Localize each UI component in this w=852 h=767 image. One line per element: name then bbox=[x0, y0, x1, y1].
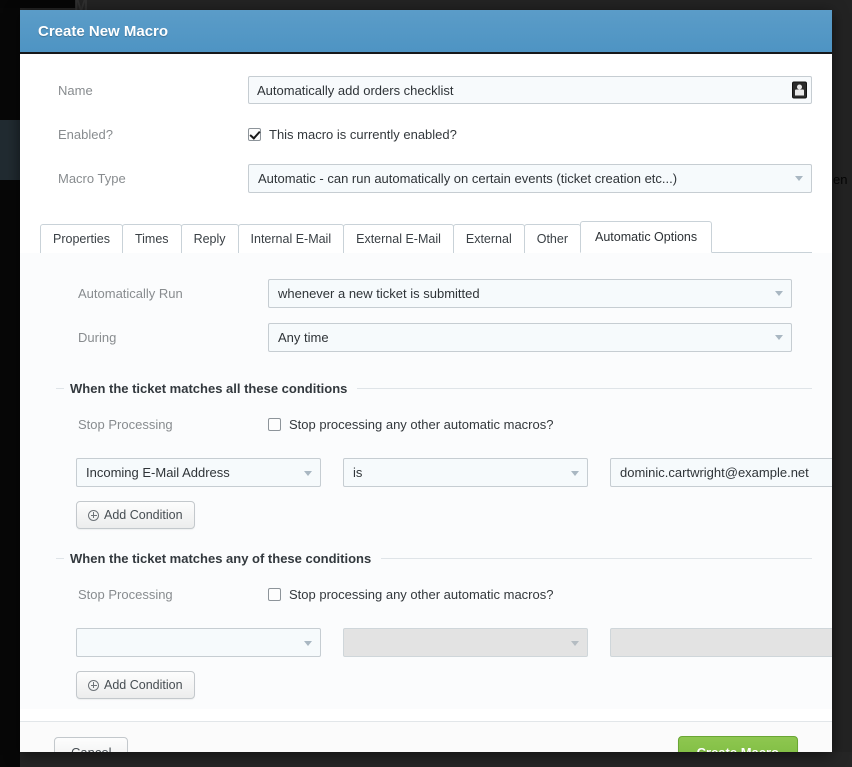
chevron-down-icon bbox=[304, 640, 312, 646]
condition-all-field-value: Incoming E-Mail Address bbox=[86, 465, 230, 480]
macro-basic-fields: Name Enabled? This macro is currently en… bbox=[20, 54, 832, 208]
create-macro-button[interactable]: Create Macro bbox=[677, 736, 798, 752]
condition-all-value-value: dominic.cartwright@example.net bbox=[620, 465, 809, 480]
tab-automatic-options[interactable]: Automatic Options bbox=[580, 221, 713, 253]
field-row-automatically-run: Automatically Run whenever a new ticket … bbox=[40, 271, 812, 315]
backdrop-left-nav bbox=[0, 120, 20, 180]
tab-reply-label: Reply bbox=[193, 232, 226, 246]
tab-properties[interactable]: Properties bbox=[40, 224, 123, 253]
stop-processing-any-checkbox-group[interactable]: Stop processing any other automatic macr… bbox=[268, 587, 792, 602]
chevron-down-icon bbox=[775, 335, 783, 340]
backdrop-bottom-panel bbox=[20, 752, 852, 767]
condition-all-value-select[interactable]: dominic.cartwright@example.net bbox=[610, 458, 832, 487]
field-row-during: During Any time bbox=[40, 315, 812, 359]
cancel-button[interactable]: Cancel bbox=[54, 737, 129, 752]
condition-any-field-select[interactable] bbox=[76, 628, 321, 657]
tab-times-label: Times bbox=[134, 232, 169, 246]
add-condition-any-button[interactable]: Add Condition bbox=[76, 671, 195, 699]
add-condition-any-wrapper: Add Condition bbox=[40, 657, 812, 699]
modal-body: Name Enabled? This macro is currently en… bbox=[20, 54, 832, 752]
tab-external-label: External bbox=[465, 232, 512, 246]
stop-processing-all-checkbox-label: Stop processing any other automatic macr… bbox=[289, 416, 554, 432]
backdrop-obscured-text-right: en bbox=[833, 172, 848, 187]
field-row-stop-processing-all: Stop Processing Stop processing any othe… bbox=[40, 402, 812, 446]
chevron-down-icon bbox=[775, 291, 783, 296]
password-manager-icon[interactable] bbox=[792, 81, 807, 99]
section-header-any-conditions: When the ticket matches any of these con… bbox=[40, 551, 812, 566]
tab-other[interactable]: Other bbox=[523, 224, 581, 253]
condition-any-operator-select bbox=[343, 628, 588, 657]
automatically-run-value: whenever a new ticket is submitted bbox=[278, 285, 480, 301]
chevron-down-icon bbox=[571, 640, 579, 646]
field-row-macro-type: Macro Type Automatic - can run automatic… bbox=[20, 156, 832, 200]
section-any-conditions-title: When the ticket matches any of these con… bbox=[70, 551, 372, 566]
chevron-down-icon bbox=[571, 470, 579, 476]
create-macro-modal: Create New Macro Name Enabled? This macr… bbox=[20, 10, 832, 752]
stop-processing-any-checkbox[interactable] bbox=[268, 587, 281, 601]
during-label: During bbox=[78, 329, 117, 345]
enabled-checkbox-group[interactable]: This macro is currently enabled? bbox=[248, 127, 812, 142]
stop-processing-all-label: Stop Processing bbox=[78, 416, 173, 432]
stop-processing-all-checkbox[interactable] bbox=[268, 417, 281, 431]
modal-footer: Cancel Create Macro bbox=[20, 721, 832, 752]
tabs-container: Properties Times Reply Internal E-Mail E… bbox=[20, 208, 832, 253]
tab-external-email-label: External E-Mail bbox=[356, 232, 441, 246]
automatically-run-select[interactable]: whenever a new ticket is submitted bbox=[268, 278, 792, 308]
field-row-enabled: Enabled? This macro is currently enabled… bbox=[20, 112, 832, 156]
tab-properties-label: Properties bbox=[53, 232, 110, 246]
create-macro-button-label: Create Macro bbox=[697, 745, 779, 752]
tab-list: Properties Times Reply Internal E-Mail E… bbox=[40, 220, 812, 253]
during-select[interactable]: Any time bbox=[268, 322, 792, 352]
cancel-button-label: Cancel bbox=[71, 745, 111, 752]
add-condition-all-button[interactable]: Add Condition bbox=[76, 501, 195, 529]
tab-automatic-options-label: Automatic Options bbox=[595, 230, 698, 244]
modal-title: Create New Macro bbox=[38, 22, 169, 40]
automatic-options-panel: Automatically Run whenever a new ticket … bbox=[20, 253, 832, 709]
condition-all-operator-value: is bbox=[353, 465, 363, 480]
section-header-all-conditions: When the ticket matches all these condit… bbox=[40, 381, 812, 396]
condition-all-field-select[interactable]: Incoming E-Mail Address bbox=[76, 458, 321, 487]
name-input[interactable] bbox=[248, 76, 812, 104]
chevron-down-icon bbox=[304, 470, 312, 476]
enabled-label: Enabled? bbox=[58, 126, 113, 142]
macro-type-label: Macro Type bbox=[58, 170, 126, 186]
stop-processing-any-label: Stop Processing bbox=[78, 586, 173, 602]
condition-row-any bbox=[40, 628, 832, 657]
tab-internal-email-label: Internal E-Mail bbox=[250, 232, 332, 246]
during-value: Any time bbox=[278, 329, 329, 345]
stop-processing-all-checkbox-group[interactable]: Stop processing any other automatic macr… bbox=[268, 417, 792, 432]
field-row-name: Name bbox=[20, 68, 832, 112]
tab-external[interactable]: External bbox=[452, 224, 525, 253]
tab-times[interactable]: Times bbox=[121, 224, 182, 253]
enabled-checkbox[interactable] bbox=[248, 127, 261, 141]
tab-internal-email[interactable]: Internal E-Mail bbox=[237, 224, 345, 253]
field-row-stop-processing-any: Stop Processing Stop processing any othe… bbox=[40, 572, 812, 616]
tab-other-label: Other bbox=[536, 232, 568, 246]
modal-header: Create New Macro bbox=[20, 10, 832, 54]
add-condition-all-label: Add Condition bbox=[104, 508, 183, 522]
name-label: Name bbox=[58, 82, 93, 98]
stop-processing-any-checkbox-label: Stop processing any other automatic macr… bbox=[289, 586, 554, 602]
backdrop-top-strip bbox=[0, 0, 76, 8]
condition-row-all: Incoming E-Mail Address is dominic.cartw… bbox=[40, 458, 832, 487]
condition-all-operator-select[interactable]: is bbox=[343, 458, 588, 487]
plus-circle-icon bbox=[88, 509, 99, 521]
add-condition-any-label: Add Condition bbox=[104, 678, 183, 692]
enabled-checkbox-label: This macro is currently enabled? bbox=[269, 126, 457, 142]
plus-circle-icon bbox=[88, 679, 99, 691]
condition-any-value-select bbox=[610, 628, 832, 657]
section-all-conditions-title: When the ticket matches all these condit… bbox=[70, 381, 348, 396]
add-condition-all-wrapper: Add Condition bbox=[40, 487, 812, 529]
macro-type-value: Automatic - can run automatically on cer… bbox=[258, 170, 678, 186]
macro-type-select[interactable]: Automatic - can run automatically on cer… bbox=[248, 163, 812, 193]
chevron-down-icon bbox=[795, 176, 803, 181]
tab-external-email[interactable]: External E-Mail bbox=[343, 224, 454, 253]
backdrop-left-column bbox=[0, 0, 20, 767]
automatically-run-label: Automatically Run bbox=[78, 285, 183, 301]
tab-reply[interactable]: Reply bbox=[180, 224, 239, 253]
